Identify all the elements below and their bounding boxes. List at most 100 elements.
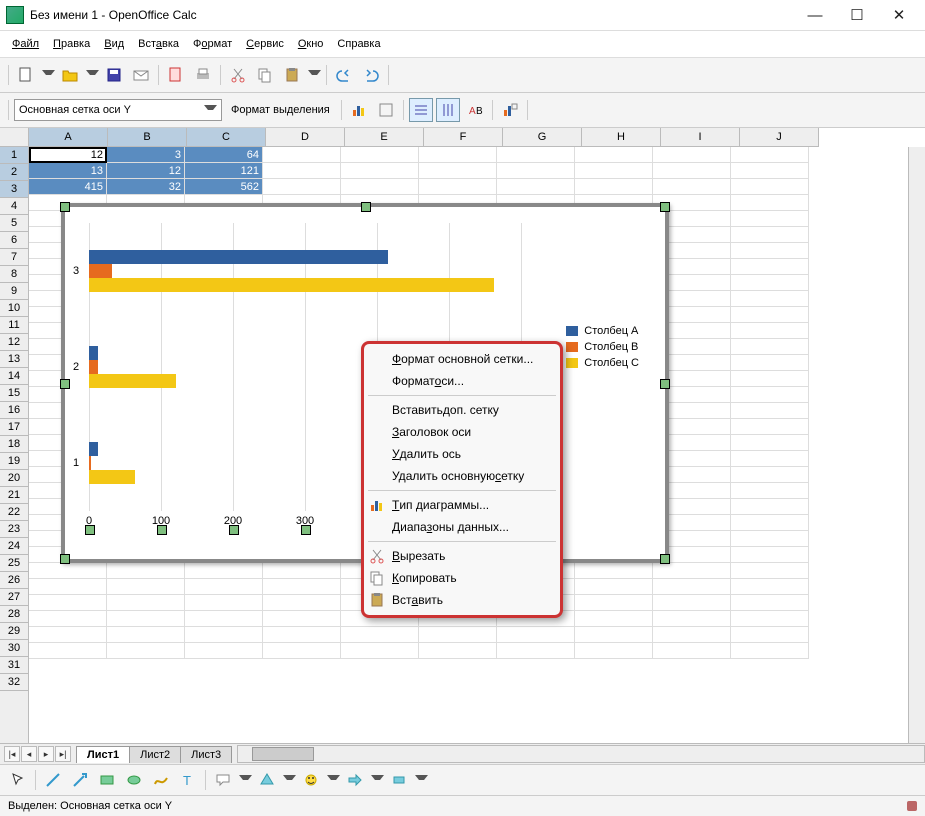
legend-item[interactable]: Столбец C <box>566 357 639 369</box>
row-header-10[interactable]: 10 <box>0 300 28 317</box>
cell-C1[interactable]: 64 <box>185 147 263 163</box>
bar-Столбец A-3[interactable] <box>89 250 388 264</box>
col-header-E[interactable]: E <box>345 128 424 146</box>
cell-F3[interactable] <box>419 179 497 195</box>
vertical-scrollbar[interactable] <box>908 147 925 743</box>
ctx-Тип-диаграммы---[interactable]: Тип диаграммы... <box>364 494 560 516</box>
chart-object[interactable]: 0100200300400500600123 Столбец AСтолбец … <box>61 203 669 563</box>
cell-D31[interactable] <box>263 627 341 643</box>
symbol-shapes-tool[interactable] <box>299 768 323 792</box>
ctx-Вставить[interactable]: Вставить <box>364 589 560 611</box>
row-header-7[interactable]: 7 <box>0 249 28 266</box>
chart-3d-button[interactable] <box>374 98 398 122</box>
row-header-13[interactable]: 13 <box>0 351 28 368</box>
paste-button[interactable] <box>280 63 304 87</box>
cell-J17[interactable] <box>731 403 809 419</box>
arrow-tool[interactable] <box>68 768 92 792</box>
cell-I3[interactable] <box>653 179 731 195</box>
cell-B1[interactable]: 3 <box>107 147 185 163</box>
cell-J32[interactable] <box>731 643 809 659</box>
cell-J12[interactable] <box>731 323 809 339</box>
chart-legend[interactable]: Столбец AСтолбец BСтолбец C <box>566 325 639 373</box>
cell-C27[interactable] <box>185 563 263 579</box>
cut-button[interactable] <box>226 63 250 87</box>
sheet-tab-Лист1[interactable]: Лист1 <box>76 746 130 763</box>
col-header-D[interactable]: D <box>266 128 345 146</box>
export-pdf-button[interactable] <box>164 63 188 87</box>
row-header-2[interactable]: 2 <box>0 164 28 181</box>
bar-Столбец B-2[interactable] <box>89 360 98 374</box>
print-button[interactable] <box>191 63 215 87</box>
legend-item[interactable]: Столбец A <box>566 325 639 337</box>
cell-J30[interactable] <box>731 611 809 627</box>
row-header-25[interactable]: 25 <box>0 555 28 572</box>
cell-J22[interactable] <box>731 483 809 499</box>
col-header-C[interactable]: C <box>187 128 266 146</box>
format-selection-button[interactable]: Формат выделения <box>225 104 336 116</box>
ctx-Копировать[interactable]: Копировать <box>364 567 560 589</box>
cell-J13[interactable] <box>731 339 809 355</box>
cell-J18[interactable] <box>731 419 809 435</box>
ctx-Удалить-основную-сетку[interactable]: Удалить основную сетку <box>364 465 560 487</box>
save-button[interactable] <box>102 63 126 87</box>
cell-H3[interactable] <box>575 179 653 195</box>
cell-D1[interactable] <box>263 147 341 163</box>
col-header-G[interactable]: G <box>503 128 582 146</box>
cell-D32[interactable] <box>263 643 341 659</box>
cell-J28[interactable] <box>731 579 809 595</box>
cell-J14[interactable] <box>731 355 809 371</box>
cell-B31[interactable] <box>107 627 185 643</box>
cell-C32[interactable] <box>185 643 263 659</box>
cell-J24[interactable] <box>731 515 809 531</box>
cell-C31[interactable] <box>185 627 263 643</box>
cell-B32[interactable] <box>107 643 185 659</box>
cell-J31[interactable] <box>731 627 809 643</box>
row-header-28[interactable]: 28 <box>0 606 28 623</box>
cell-C30[interactable] <box>185 611 263 627</box>
cell-H28[interactable] <box>575 579 653 595</box>
name-box[interactable]: Основная сетка оси Y <box>14 99 222 121</box>
cell-E31[interactable] <box>341 627 419 643</box>
cell-C3[interactable]: 562 <box>185 179 263 195</box>
axis-labels-button[interactable]: AB <box>463 98 487 122</box>
cell-J25[interactable] <box>731 531 809 547</box>
cell-I30[interactable] <box>653 611 731 627</box>
cell-D30[interactable] <box>263 611 341 627</box>
cell-J29[interactable] <box>731 595 809 611</box>
cell-G32[interactable] <box>497 643 575 659</box>
tab-prev[interactable]: ◂ <box>21 746 37 762</box>
row-header-1[interactable]: 1 <box>0 147 28 164</box>
horizontal-scrollbar[interactable] <box>237 745 925 763</box>
basic-shapes-tool[interactable] <box>255 768 279 792</box>
ctx-Удалить-ось[interactable]: Удалить ось <box>364 443 560 465</box>
tab-next[interactable]: ▸ <box>38 746 54 762</box>
open-button[interactable] <box>58 63 82 87</box>
row-header-20[interactable]: 20 <box>0 470 28 487</box>
cell-A30[interactable] <box>29 611 107 627</box>
cell-C28[interactable] <box>185 579 263 595</box>
cell-J27[interactable] <box>731 563 809 579</box>
ellipse-tool[interactable] <box>122 768 146 792</box>
cell-J21[interactable] <box>731 467 809 483</box>
redo-button[interactable] <box>359 63 383 87</box>
freeform-tool[interactable] <box>149 768 173 792</box>
cell-H32[interactable] <box>575 643 653 659</box>
row-header-21[interactable]: 21 <box>0 487 28 504</box>
ctx-Диапазоны-данных---[interactable]: Диапазоны данных... <box>364 516 560 538</box>
cell-J19[interactable] <box>731 435 809 451</box>
row-header-6[interactable]: 6 <box>0 232 28 249</box>
flowchart-tool[interactable] <box>387 768 411 792</box>
cell-I31[interactable] <box>653 627 731 643</box>
cell-D28[interactable] <box>263 579 341 595</box>
cell-I1[interactable] <box>653 147 731 163</box>
col-header-I[interactable]: I <box>661 128 740 146</box>
cell-G2[interactable] <box>497 163 575 179</box>
menu-edit[interactable]: Правка <box>47 36 96 52</box>
bar-Столбец C-1[interactable] <box>89 470 135 484</box>
cell-B30[interactable] <box>107 611 185 627</box>
cell-I29[interactable] <box>653 595 731 611</box>
row-header-3[interactable]: 3 <box>0 181 28 198</box>
bar-Столбец C-2[interactable] <box>89 374 176 388</box>
rect-tool[interactable] <box>95 768 119 792</box>
cell-H30[interactable] <box>575 611 653 627</box>
